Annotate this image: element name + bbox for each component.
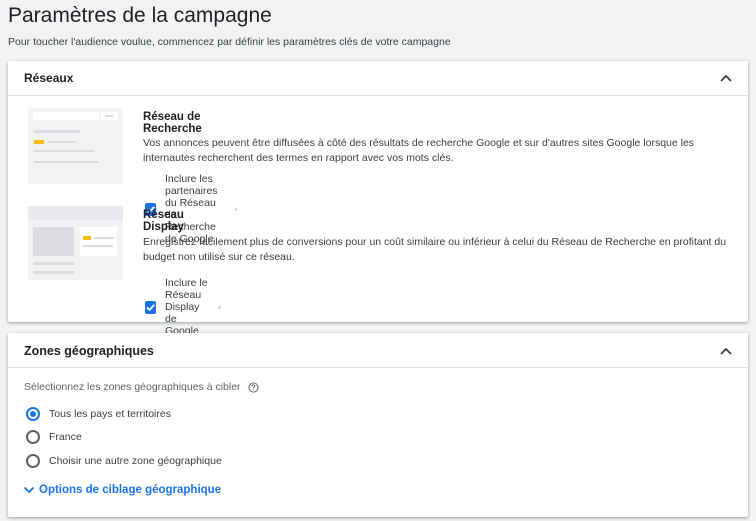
help-icon[interactable] bbox=[248, 381, 259, 393]
geo-radio-france[interactable] bbox=[26, 430, 40, 444]
geo-card: Zones géographiques Sélectionnez les zon… bbox=[8, 333, 748, 517]
display-network-option[interactable]: Inclure le Réseau Display de Google bbox=[145, 277, 222, 337]
geo-targeting-options-link[interactable]: Options de ciblage géographique bbox=[22, 483, 221, 497]
search-network-description: Vos annonces peuvent être diffusées à cô… bbox=[143, 137, 695, 164]
geo-option-france-label: France bbox=[49, 431, 82, 443]
networks-card-header[interactable]: Réseaux bbox=[8, 61, 748, 96]
page-title: Paramètres de la campagne bbox=[8, 4, 272, 27]
chevron-down-icon bbox=[23, 486, 35, 494]
geo-label: Sélectionnez les zones géographiques à c… bbox=[24, 381, 259, 393]
geo-card-title: Zones géographiques bbox=[24, 344, 154, 358]
search-network-illustration bbox=[28, 108, 123, 184]
geo-option-other[interactable]: Choisir une autre zone géographique bbox=[26, 454, 222, 468]
display-network-label: Inclure le Réseau Display de Google bbox=[165, 277, 208, 337]
help-icon[interactable] bbox=[235, 204, 238, 215]
geo-label-text: Sélectionnez les zones géographiques à c… bbox=[24, 381, 241, 393]
geo-option-other-label: Choisir une autre zone géographique bbox=[49, 455, 222, 467]
display-network-name: Réseau Display bbox=[143, 209, 184, 233]
geo-option-france[interactable]: France bbox=[26, 430, 82, 444]
geo-card-header[interactable]: Zones géographiques bbox=[8, 333, 748, 368]
display-network-checkbox[interactable] bbox=[145, 300, 156, 314]
geo-radio-other[interactable] bbox=[26, 454, 40, 468]
help-icon[interactable] bbox=[218, 302, 222, 313]
display-network-illustration bbox=[28, 206, 123, 280]
display-network-description: Enregistrez facilement plus de conversio… bbox=[143, 236, 727, 263]
check-icon bbox=[146, 303, 155, 311]
networks-card-title: Réseaux bbox=[24, 71, 74, 85]
geo-radio-all[interactable] bbox=[26, 407, 40, 421]
search-network-name: Réseau de Recherche bbox=[143, 111, 202, 135]
chevron-up-icon[interactable] bbox=[718, 70, 734, 86]
geo-targeting-options-label: Options de ciblage géographique bbox=[39, 484, 222, 496]
page-subtitle: Pour toucher l'audience voulue, commence… bbox=[8, 36, 451, 48]
geo-option-all[interactable]: Tous les pays et territoires bbox=[26, 407, 171, 421]
geo-option-all-label: Tous les pays et territoires bbox=[49, 408, 171, 420]
networks-card: Réseaux Réseau de Recherche Vos annonces… bbox=[8, 61, 748, 337]
chevron-up-icon[interactable] bbox=[718, 343, 734, 359]
